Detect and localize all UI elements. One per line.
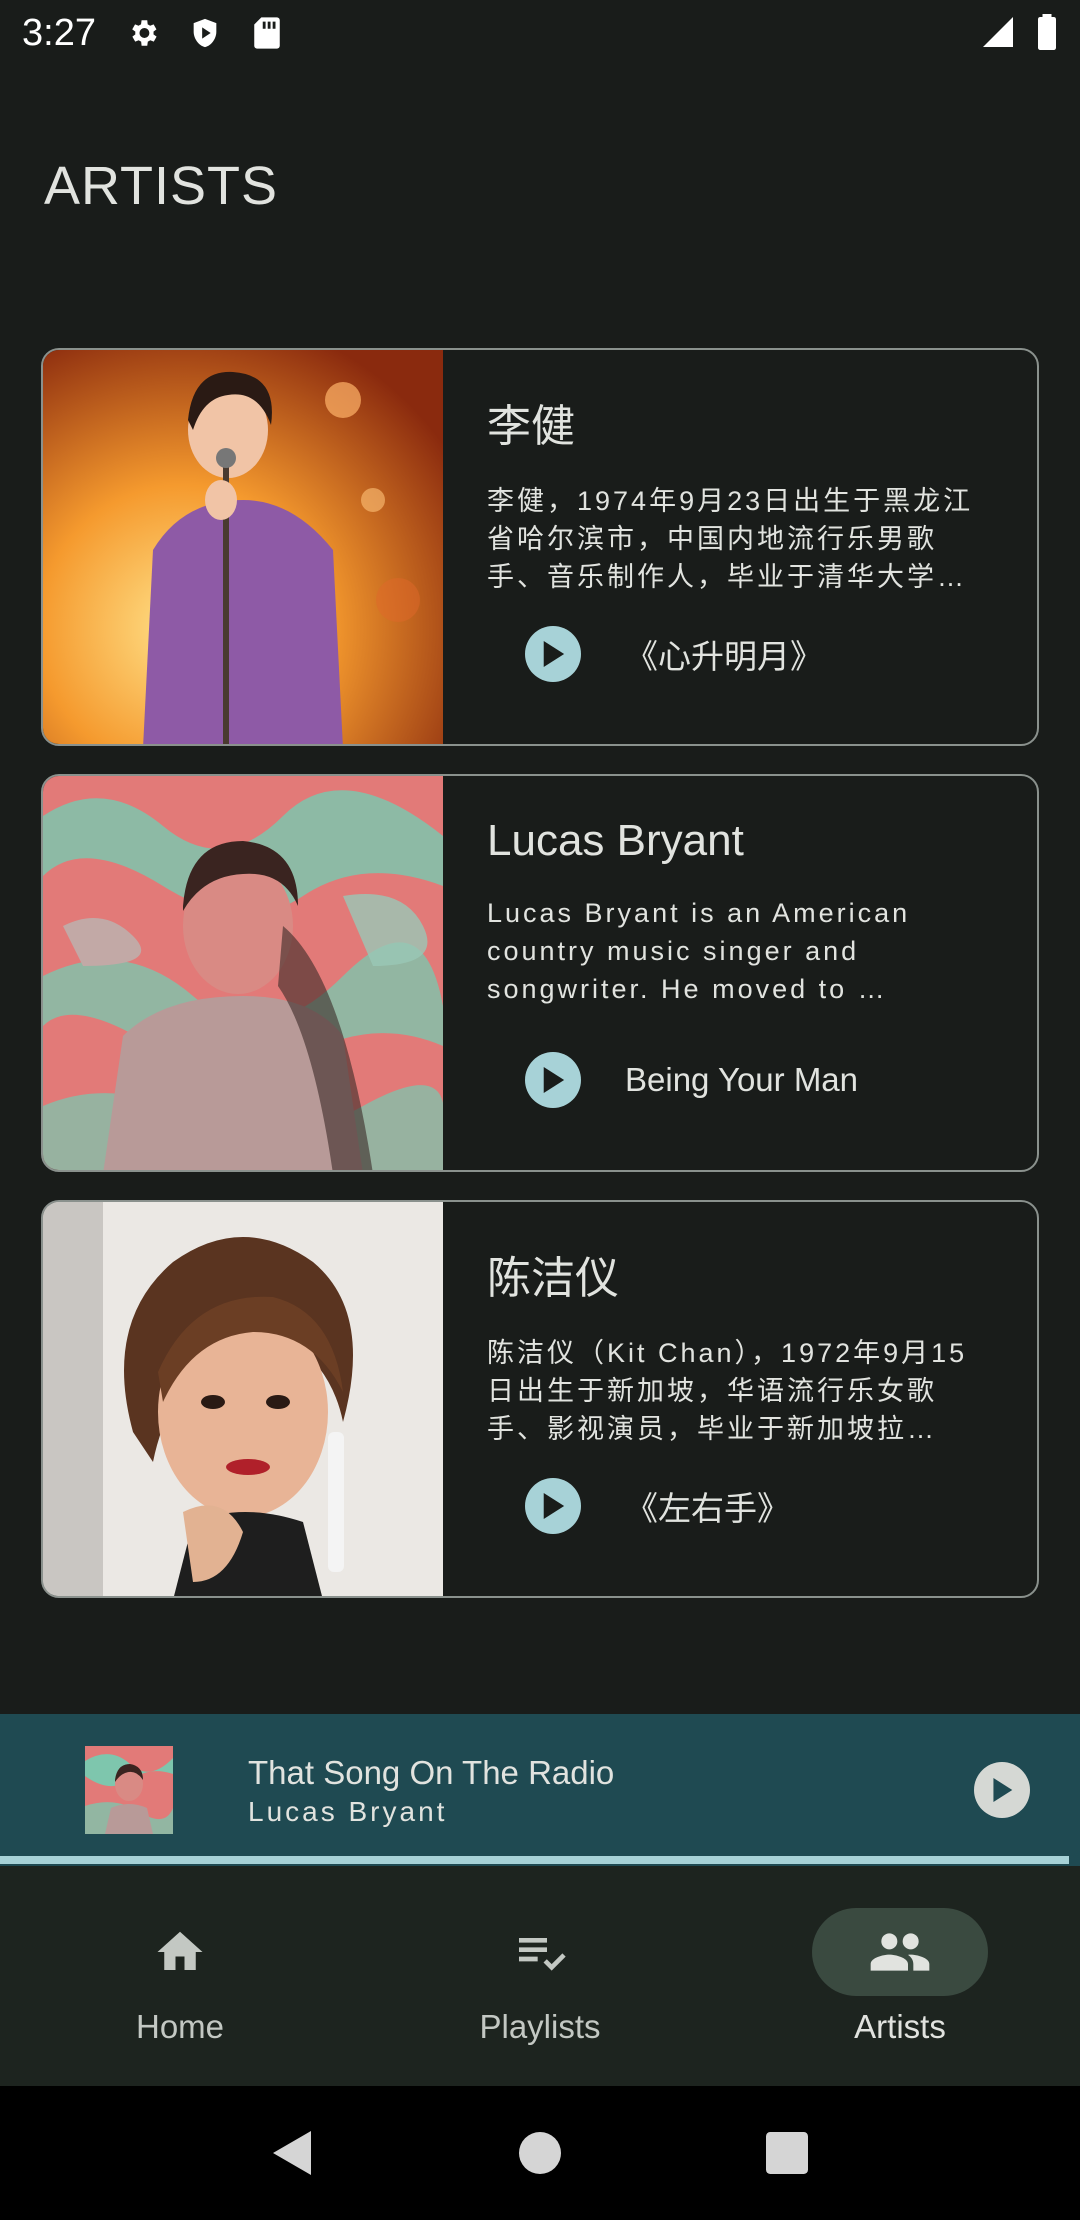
nav-icon-container (812, 1908, 988, 1996)
page-title: ARTISTS (44, 156, 279, 216)
mini-player-play-button[interactable] (974, 1762, 1030, 1818)
artist-info: 陈洁仪 陈洁仪（Kit Chan），1972年9月15日出生于新加坡，华语流行乐… (443, 1202, 1037, 1596)
nav-item-playlists[interactable]: Playlists (360, 1866, 720, 2086)
home-icon (157, 1931, 203, 1970)
home-circle-icon[interactable] (510, 2123, 570, 2183)
play-icon (993, 1778, 1013, 1802)
artist-photo (43, 1202, 443, 1596)
mini-player-text: That Song On The Radio Lucas Bryant (248, 1754, 614, 1828)
settings-icon (124, 14, 162, 52)
shield-icon (186, 14, 224, 52)
nav-item-artists[interactable]: Artists (720, 1866, 1080, 2086)
battery-icon (1036, 14, 1058, 55)
artist-song-row: 《左右手》 (525, 1478, 790, 1534)
nav-icon-container (92, 1908, 268, 1996)
artist-card[interactable]: 李健 李健，1974年9月23日出生于黑龙江省哈尔滨市，中国内地流行乐男歌手、音… (41, 348, 1039, 746)
status-time: 3:27 (22, 11, 96, 54)
nav-label: Home (135, 2008, 225, 2045)
mini-player-artist: Lucas Bryant (248, 1796, 448, 1827)
artist-bio: 陈洁仪（Kit Chan），1972年9月15日出生于新加坡，华语流行乐女歌手、… (487, 1338, 968, 1444)
artist-card[interactable]: Lucas Bryant Lucas Bryant is an American… (41, 774, 1039, 1172)
artist-photo (43, 350, 443, 744)
song-title: 《心升明月》 (625, 638, 823, 675)
nav-item-home[interactable]: Home (0, 1866, 360, 2086)
people-icon (870, 1933, 930, 1971)
play-icon (543, 641, 565, 667)
nav-label: Playlists (479, 2008, 601, 2045)
play-icon (543, 1493, 565, 1519)
artist-list: 李健 李健，1974年9月23日出生于黑龙江省哈尔滨市，中国内地流行乐男歌手、音… (41, 348, 1039, 1626)
recents-icon[interactable] (757, 2123, 817, 2183)
artist-bio: Lucas Bryant is an American country musi… (487, 898, 911, 1004)
play-button[interactable] (525, 626, 581, 682)
artist-card[interactable]: 陈洁仪 陈洁仪（Kit Chan），1972年9月15日出生于新加坡，华语流行乐… (41, 1200, 1039, 1598)
status-bar: 3:27 (0, 0, 1080, 66)
back-icon[interactable] (263, 2123, 323, 2183)
sd-card-icon (248, 14, 286, 52)
nav-icon-container (452, 1908, 628, 1996)
artist-photo (43, 776, 443, 1170)
bottom-navigation: Home Playlists Artists (0, 1866, 1080, 2086)
mini-player-title: That Song On The Radio (248, 1754, 615, 1791)
playback-progress-fill (0, 1856, 1070, 1864)
mini-player[interactable]: That Song On The Radio Lucas Bryant (0, 1714, 1080, 1856)
signal-icon (980, 14, 1016, 55)
artist-name: 李健 (487, 402, 575, 451)
playlist-check-icon (519, 1938, 566, 1971)
artist-name: Lucas Bryant (487, 816, 744, 865)
artist-name: 陈洁仪 (487, 1254, 619, 1303)
nav-label: Artists (854, 2008, 946, 2045)
artist-info: Lucas Bryant Lucas Bryant is an American… (443, 776, 1037, 1170)
artist-info: 李健 李健，1974年9月23日出生于黑龙江省哈尔滨市，中国内地流行乐男歌手、音… (443, 350, 1037, 744)
artist-bio: 李健，1974年9月23日出生于黑龙江省哈尔滨市，中国内地流行乐男歌手、音乐制作… (487, 486, 974, 592)
play-button[interactable] (525, 1052, 581, 1108)
play-icon (543, 1067, 565, 1093)
song-title: Being Your Man (625, 1061, 859, 1098)
system-navigation-bar (0, 2086, 1080, 2220)
artist-song-row: Being Your Man (525, 1052, 858, 1108)
song-title: 《左右手》 (625, 1490, 790, 1527)
artist-song-row: 《心升明月》 (525, 626, 823, 682)
playback-progress[interactable] (0, 1856, 1080, 1866)
play-button[interactable] (525, 1478, 581, 1534)
mini-player-artwork (85, 1746, 173, 1834)
